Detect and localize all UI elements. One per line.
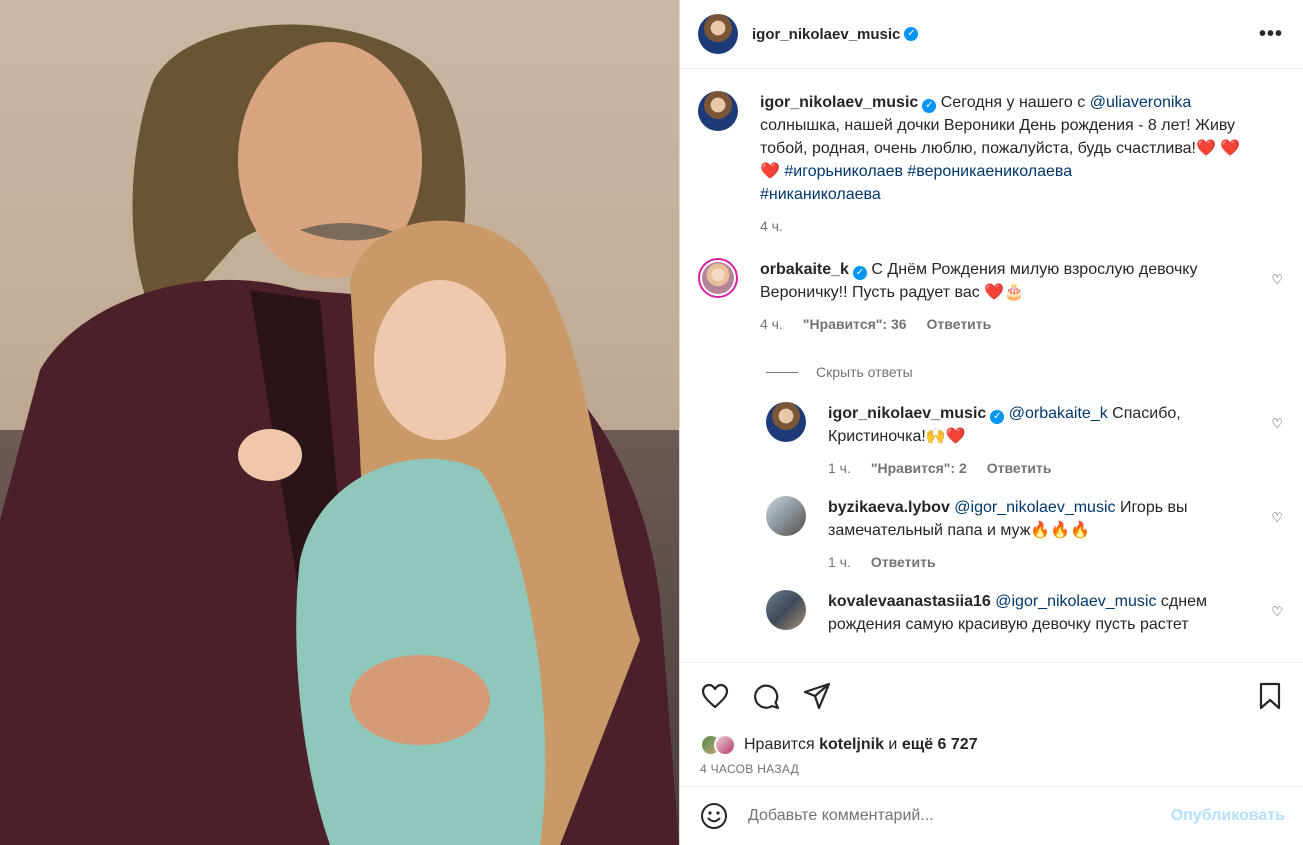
caption-time[interactable]: 4 ч.: [760, 215, 783, 238]
reply: igor_nikolaev_music ✓ @orbakaite_k Спасиб…: [766, 402, 1285, 480]
reply-time[interactable]: 1 ч.: [828, 551, 851, 574]
caption-hashtags[interactable]: #игорьниколаев #вероникаениколаева: [784, 163, 1072, 180]
likes-count[interactable]: ещё 6 727: [902, 736, 978, 754]
caption-text-after: солнышка, нашей дочки Вероники День рожд…: [760, 117, 1236, 157]
post-header: igor_nikolaev_music ✓ •••: [680, 0, 1303, 69]
comments-section[interactable]: igor_nikolaev_music ✓ Сегодня у нашего с …: [680, 69, 1303, 662]
comment-likes[interactable]: "Нравится": 36: [803, 313, 907, 336]
liker-avatars: [700, 734, 736, 756]
like-comment-heart-icon[interactable]: ♡: [1271, 272, 1283, 288]
bookmark-save-icon[interactable]: [1255, 681, 1285, 711]
share-send-icon[interactable]: [802, 681, 832, 711]
like-heart-icon[interactable]: [700, 681, 730, 711]
reply: kovalevaanastasiia16 @igor_nikolaev_musi…: [766, 590, 1285, 636]
caption-hashtag-2[interactable]: #никаниколаева: [760, 186, 881, 203]
reply-mention[interactable]: @orbakaite_k: [1009, 405, 1108, 422]
caption-avatar[interactable]: [698, 91, 738, 131]
post-side-panel: igor_nikolaev_music ✓ ••• igor_nikolaev_…: [679, 0, 1303, 845]
verified-badge-icon: ✓: [852, 266, 867, 280]
comment-time[interactable]: 4 ч.: [760, 313, 783, 336]
caption-username[interactable]: igor_nikolaev_music: [760, 94, 918, 111]
comment: orbakaite_k ✓ С Днём Рождения милую взрос…: [698, 258, 1285, 336]
hide-replies-label: Скрыть ответы: [816, 364, 913, 380]
comment-input[interactable]: [748, 807, 1171, 825]
reply-username[interactable]: kovalevaanastasiia16: [828, 593, 991, 610]
reply-button[interactable]: Ответить: [987, 457, 1052, 480]
more-options-icon[interactable]: •••: [1259, 23, 1283, 46]
verified-badge-icon: ✓: [904, 27, 919, 41]
likes-summary[interactable]: Нравится koteljnik и ещё 6 727: [680, 728, 1303, 762]
comment-username[interactable]: orbakaite_k: [760, 261, 849, 278]
reply-avatar[interactable]: [766, 590, 806, 630]
commenter-avatar[interactable]: [698, 258, 738, 298]
comment-bubble-icon[interactable]: [751, 681, 781, 711]
emoji-picker-icon[interactable]: [700, 802, 728, 830]
liker-username[interactable]: koteljnik: [819, 736, 884, 754]
post-photo[interactable]: [0, 0, 679, 845]
reply: byzikaeva.lybov @igor_nikolaev_music Иго…: [766, 496, 1285, 574]
caption-text-before: Сегодня у нашего с: [940, 94, 1090, 111]
reply-avatar[interactable]: [766, 402, 806, 442]
post-actions: [680, 662, 1303, 728]
reply-mention[interactable]: @igor_nikolaev_music: [954, 499, 1115, 516]
reply-time[interactable]: 1 ч.: [828, 457, 851, 480]
reply-username[interactable]: igor_nikolaev_music: [828, 405, 986, 422]
post-modal: igor_nikolaev_music ✓ ••• igor_nikolaev_…: [0, 0, 1303, 845]
author-username[interactable]: igor_nikolaev_music: [752, 26, 900, 43]
caption: igor_nikolaev_music ✓ Сегодня у нашего с …: [698, 91, 1285, 238]
reply-likes[interactable]: "Нравится": 2: [871, 457, 967, 480]
post-timestamp[interactable]: 4 ЧАСОВ НАЗАД: [680, 762, 1303, 786]
reply-avatar[interactable]: [766, 496, 806, 536]
like-comment-heart-icon[interactable]: ♡: [1271, 416, 1283, 432]
caption-mention[interactable]: @uliaveronika: [1090, 94, 1192, 111]
reply-mention[interactable]: @igor_nikolaev_music: [995, 593, 1156, 610]
verified-badge-icon: ✓: [922, 99, 937, 113]
author-avatar[interactable]: [698, 14, 738, 54]
photo-illustration: [0, 24, 679, 845]
reply-username[interactable]: byzikaeva.lybov: [828, 499, 950, 516]
reply-button[interactable]: Ответить: [871, 551, 936, 574]
like-comment-heart-icon[interactable]: ♡: [1271, 510, 1283, 526]
reply-button[interactable]: Ответить: [927, 313, 992, 336]
likes-and: и: [888, 736, 898, 753]
likes-prefix: Нравится: [744, 736, 815, 753]
verified-badge-icon: ✓: [990, 410, 1005, 424]
add-comment-bar: Опубликовать: [680, 786, 1303, 845]
hide-replies-button[interactable]: Скрыть ответы: [766, 364, 1285, 380]
publish-button[interactable]: Опубликовать: [1171, 807, 1285, 825]
like-comment-heart-icon[interactable]: ♡: [1271, 604, 1283, 620]
